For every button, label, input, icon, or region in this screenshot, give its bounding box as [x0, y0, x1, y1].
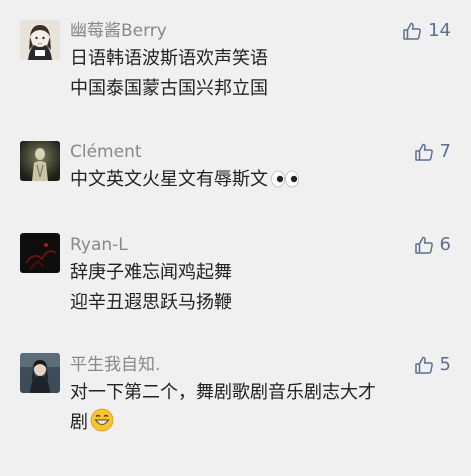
like-button[interactable]: 7	[414, 142, 451, 162]
like-button[interactable]: 5	[414, 355, 451, 375]
comment-username[interactable]: Ryan-L	[70, 235, 128, 255]
comment-username[interactable]: 平生我自知.	[70, 355, 160, 375]
thumbs-up-icon	[414, 143, 433, 161]
like-button[interactable]: 6	[414, 235, 451, 255]
thumbs-up-icon	[414, 356, 433, 374]
like-count: 7	[439, 141, 451, 162]
eyes-emoji-icon	[271, 170, 299, 188]
woman-avatar-icon[interactable]	[20, 353, 60, 393]
grinning-emoji-icon	[90, 408, 114, 432]
comment-line: 辞庚子难忘闻鸡起舞	[70, 262, 232, 283]
comment-text: 对一下第二个，舞剧歌剧音乐剧志大才 剧	[70, 378, 450, 438]
comment-text: 中文英文火星文有辱斯文	[70, 165, 450, 195]
like-count: 5	[439, 354, 451, 375]
dark-avatar-icon[interactable]	[20, 233, 60, 273]
comment-text: 辞庚子难忘闻鸡起舞 迎辛丑遐思跃马扬鞭	[70, 258, 450, 318]
girl-avatar-icon[interactable]	[20, 20, 60, 60]
comment-line: 日语韩语波斯语欢声笑语	[70, 48, 268, 69]
thumbs-up-icon	[403, 22, 421, 40]
comment-line: 对一下第二个，舞剧歌剧音乐剧志大才	[70, 382, 376, 403]
figure-avatar-icon[interactable]	[20, 141, 60, 181]
like-count: 14	[428, 20, 451, 41]
comment-text: 日语韩语波斯语欢声笑语 中国泰国蒙古国兴邦立国	[70, 44, 450, 104]
like-button[interactable]: 14	[402, 21, 451, 41]
comment-line: 中国泰国蒙古国兴邦立国	[70, 78, 268, 99]
like-count: 6	[439, 234, 451, 255]
comment-username[interactable]: Clément	[70, 142, 142, 162]
comment-line: 中文英文火星文有辱斯文	[70, 169, 268, 190]
comment-line: 剧	[70, 412, 88, 433]
comment-line: 迎辛丑遐思跃马扬鞭	[70, 292, 232, 313]
comment-list: 幽莓酱Berry 14 日语韩语波斯语欢声笑语 中国泰国蒙古国兴邦立国 Clém…	[0, 0, 471, 476]
thumbs-up-icon	[414, 236, 433, 254]
comment-username[interactable]: 幽莓酱Berry	[70, 21, 167, 41]
